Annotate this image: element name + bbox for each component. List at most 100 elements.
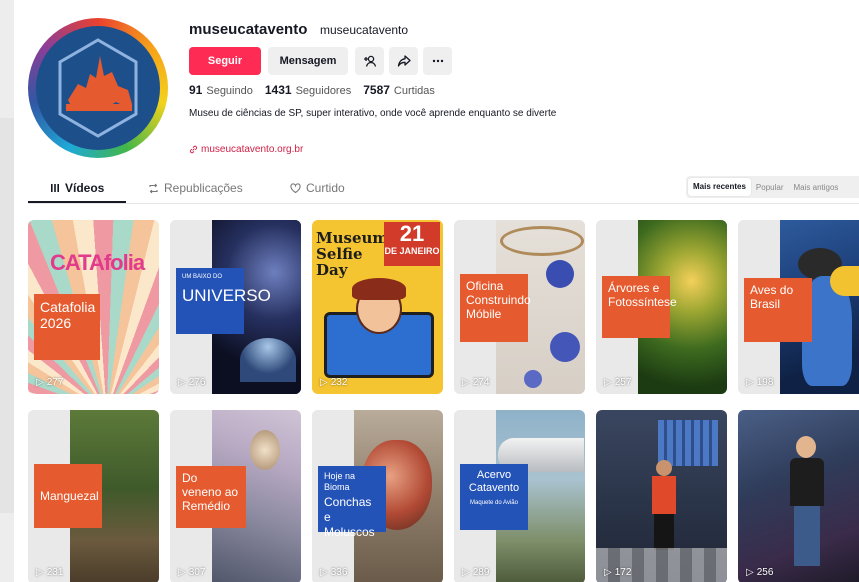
play-icon: ▷ (36, 377, 44, 388)
play-icon: ▷ (320, 377, 328, 388)
follow-button[interactable]: Seguir (189, 47, 261, 75)
sort-oldest[interactable]: Mais antigos (789, 183, 844, 192)
view-count: 274 (472, 377, 490, 388)
video-views: ▷ 198 (746, 377, 773, 388)
avatar[interactable] (28, 18, 168, 158)
view-count: 276 (188, 377, 206, 388)
video-views: ▷ 256 (746, 567, 773, 578)
person-head (796, 436, 816, 458)
video-card-veneno[interactable]: Do veneno ao Remédio ▷ 307 (170, 410, 301, 582)
heart-icon (290, 182, 301, 193)
view-count: 232 (330, 377, 348, 388)
video-label: Do veneno ao Remédio (176, 466, 246, 528)
tab-videos[interactable]: Vídeos (50, 181, 104, 195)
video-views: ▷ 257 (604, 377, 631, 388)
view-count: 336 (330, 567, 348, 578)
person-shirt (790, 458, 824, 506)
view-count: 256 (756, 567, 774, 578)
video-label: Oficina Construindo Móbile (460, 274, 531, 342)
video-views: ▷ 289 (462, 567, 489, 578)
play-icon: ▷ (178, 567, 186, 578)
view-count: 277 (46, 377, 64, 388)
video-card-mobile[interactable]: Oficina Construindo Móbile ▷ 274 (454, 220, 585, 394)
video-card-aves[interactable]: Aves do Brasil ▷ 198 (738, 220, 859, 394)
more-options-button[interactable] (423, 47, 452, 75)
video-label: UM BAIXO DO UNIVERSO (176, 268, 271, 334)
date-badge: 21 DE JANEIRO (384, 222, 440, 266)
repost-icon (149, 183, 158, 193)
more-icon (432, 59, 443, 63)
profile-stats: 91 Seguindo 1431 Seguidores 7587 Curtidas (189, 83, 435, 97)
video-views: ▷ 307 (178, 567, 205, 578)
video-views: ▷ 277 (36, 377, 63, 388)
view-count: 198 (756, 377, 774, 388)
planet-ball (546, 260, 574, 288)
play-icon: ▷ (604, 567, 612, 578)
video-views: ▷ 232 (320, 377, 347, 388)
video-title: Conchas e Moluscos (324, 495, 375, 539)
mobile-ring (500, 226, 584, 256)
video-card-person-2[interactable]: ▷ 256 (738, 410, 859, 582)
video-title: Museum Selfie Day (316, 229, 389, 279)
video-card-conchas[interactable]: Hoje na Bioma Conchas e Moluscos ▷ 336 (312, 410, 443, 582)
sort-toggle: Mais recentes Popular Mais antigos (686, 176, 859, 198)
hair-shape (352, 278, 406, 300)
left-edge-shade (0, 118, 14, 513)
video-card-universo[interactable]: UM BAIXO DO UNIVERSO ▷ 276 (170, 220, 301, 394)
video-card-catafolia[interactable]: CATAfolia Catafolia 2026 ▷ 277 (28, 220, 159, 394)
person-head (656, 460, 672, 476)
video-card-person-1[interactable]: ▷ 172 (596, 410, 727, 582)
view-count: 307 (188, 567, 206, 578)
profile-link[interactable]: museucatavento.org.br (189, 144, 303, 155)
video-card-selfie-day[interactable]: Museum Selfie Day 21 DE JANEIRO ▷ 232 (312, 220, 443, 394)
message-button[interactable]: Mensagem (268, 47, 348, 75)
view-count: 231 (46, 567, 64, 578)
tab-liked-label: Curtido (306, 181, 345, 195)
stat-likes: 7587 Curtidas (363, 83, 435, 97)
play-icon: ▷ (746, 567, 754, 578)
video-label: Árvores e Fotossíntese (602, 276, 677, 338)
video-label: Aves do Brasil (744, 278, 812, 342)
wall-panel (658, 420, 718, 466)
video-views: ▷ 231 (36, 567, 63, 578)
play-icon: ▷ (320, 567, 328, 578)
share-button[interactable] (389, 47, 418, 75)
play-icon: ▷ (36, 567, 44, 578)
person-legs (654, 514, 674, 550)
link-icon (189, 145, 198, 154)
play-icon: ▷ (178, 377, 186, 388)
active-tab-indicator (28, 201, 126, 203)
date-month: DE JANEIRO (384, 246, 440, 256)
add-user-icon (363, 55, 376, 67)
drop-shape (250, 430, 280, 470)
video-label: Catafolia 2026 (34, 294, 100, 360)
catavento-logo-icon (58, 38, 138, 138)
planet-ball (550, 332, 580, 362)
video-tag: Hoje na Bioma (324, 471, 356, 492)
stat-followers[interactable]: 1431 Seguidores (265, 83, 351, 97)
sort-popular[interactable]: Popular (751, 183, 789, 192)
video-card-arvores[interactable]: Árvores e Fotossíntese ▷ 257 (596, 220, 727, 394)
video-card-manguezal[interactable]: Manguezal ▷ 231 (28, 410, 159, 582)
profile-link-text: museucatavento.org.br (201, 144, 304, 155)
sort-recent[interactable]: Mais recentes (688, 178, 751, 196)
person-legs (794, 506, 820, 566)
tab-reposts-label: Republicações (164, 181, 243, 195)
play-icon: ▷ (462, 567, 470, 578)
video-label: Acervo Catavento Maquete do Avião (460, 464, 528, 530)
tab-reposts[interactable]: Republicações (148, 181, 243, 195)
add-friend-button[interactable] (355, 47, 384, 75)
stat-following[interactable]: 91 Seguindo (189, 83, 253, 97)
video-title: Acervo Catavento (468, 469, 520, 494)
profile-page: museucatavento museucatavento Seguir Men… (0, 0, 859, 582)
view-count: 172 (614, 567, 632, 578)
video-tag: UM BAIXO DO (182, 274, 223, 280)
video-label: Hoje na Bioma Conchas e Moluscos (318, 466, 386, 539)
video-card-acervo[interactable]: Acervo Catavento Maquete do Avião ▷ 289 (454, 410, 585, 582)
grid-icon (51, 184, 59, 192)
share-icon (397, 55, 411, 67)
tab-videos-label: Vídeos (65, 181, 105, 195)
video-subtitle: Maquete do Avião (470, 500, 518, 506)
tab-liked[interactable]: Curtido (290, 181, 345, 195)
view-count: 257 (614, 377, 632, 388)
